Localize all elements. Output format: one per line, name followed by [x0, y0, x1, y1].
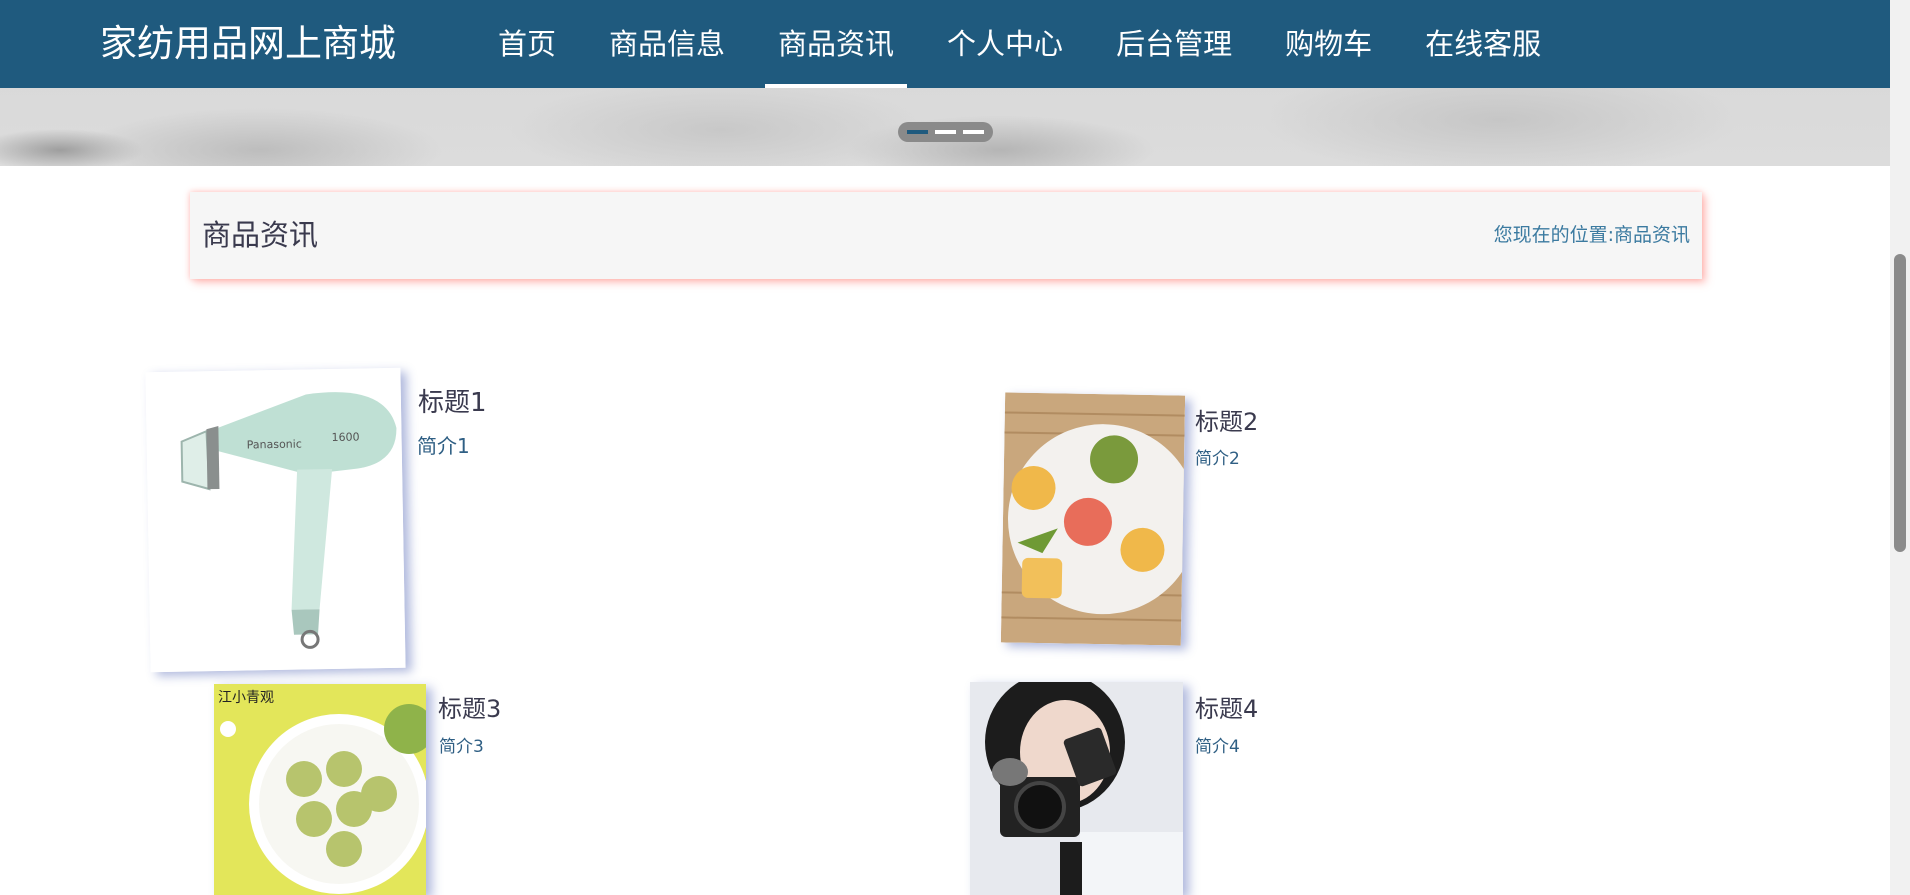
- scrollbar-thumb[interactable]: [1894, 254, 1906, 552]
- nav-item-user-center[interactable]: 个人中心: [934, 0, 1076, 88]
- nav-item-news[interactable]: 商品资讯: [765, 0, 908, 88]
- news-intro-2: 简介2: [1195, 449, 1240, 469]
- breadcrumb-prefix: 您现在的位置:: [1493, 224, 1614, 246]
- news-thumbnail-2[interactable]: [1000, 392, 1186, 646]
- top-navbar: 家纺用品网上商城 首页 商品信息 商品资讯 个人中心 后台管理 购物车 在线客服: [0, 0, 1890, 88]
- news-thumbnail-1[interactable]: Panasonic 1600: [145, 367, 406, 673]
- svg-text:江小青观: 江小青观: [218, 690, 274, 706]
- news-title-3[interactable]: 标题3: [438, 689, 501, 724]
- breadcrumb: 您现在的位置:商品资讯: [1494, 192, 1690, 279]
- news-thumbnail-4[interactable]: [970, 682, 1183, 895]
- news-thumbnail-3[interactable]: 江小青观: [214, 684, 426, 895]
- main-nav: 首页 商品信息 商品资讯 个人中心 后台管理 购物车 在线客服: [485, 0, 1581, 88]
- breadcrumb-bar: 商品资讯 您现在的位置:商品资讯: [190, 192, 1702, 279]
- hair-dryer-icon: Panasonic 1600: [145, 367, 406, 673]
- carousel-dot-3[interactable]: [963, 130, 984, 134]
- news-intro-1: 简介1: [417, 434, 470, 458]
- carousel-indicators[interactable]: [898, 122, 993, 142]
- news-title-1[interactable]: 标题1: [418, 382, 487, 419]
- mooncake-plate-icon: [1000, 392, 1186, 646]
- site-title[interactable]: 家纺用品网上商城: [100, 0, 396, 88]
- nav-item-home[interactable]: 首页: [485, 0, 569, 88]
- news-intro-4: 简介4: [1195, 737, 1240, 757]
- news-intro-3: 简介3: [439, 737, 484, 757]
- nav-item-customer-service[interactable]: 在线客服: [1412, 0, 1554, 88]
- nav-item-admin[interactable]: 后台管理: [1103, 0, 1245, 88]
- svg-text:Panasonic: Panasonic: [247, 438, 302, 452]
- camera-vlogger-icon: [970, 682, 1183, 895]
- carousel-dot-2[interactable]: [935, 130, 956, 134]
- svg-text:1600: 1600: [331, 431, 359, 444]
- news-title-2[interactable]: 标题2: [1195, 402, 1258, 437]
- nav-item-products[interactable]: 商品信息: [596, 0, 738, 88]
- carousel-dot-1[interactable]: [907, 130, 928, 134]
- page-scrollbar[interactable]: [1890, 0, 1910, 895]
- nav-item-cart[interactable]: 购物车: [1272, 0, 1385, 88]
- news-title-4[interactable]: 标题4: [1195, 689, 1258, 724]
- breadcrumb-link-news[interactable]: 商品资讯: [1614, 224, 1690, 246]
- page-title: 商品资讯: [202, 218, 319, 252]
- matcha-cookies-icon: 江小青观: [214, 684, 426, 895]
